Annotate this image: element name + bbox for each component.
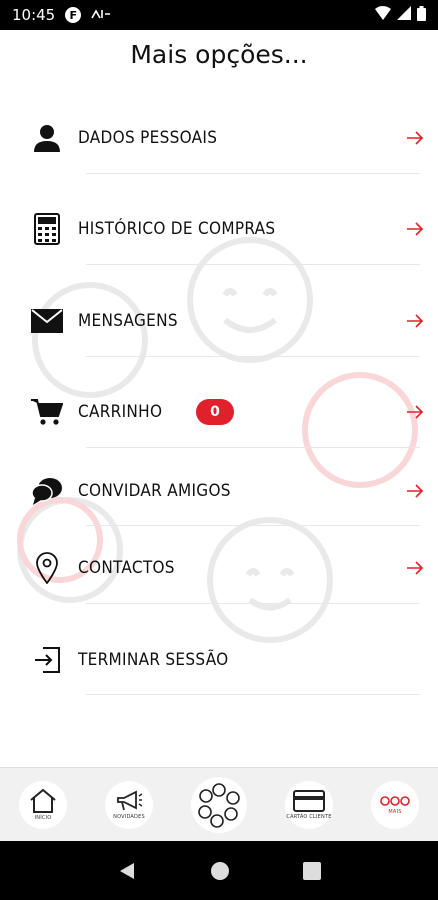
divider <box>86 173 420 174</box>
card-icon <box>293 789 325 812</box>
notification-app-icon <box>91 8 111 23</box>
chat-bubbles-icon <box>31 475 63 507</box>
divider <box>86 264 420 265</box>
signal-icon <box>397 6 411 24</box>
divider <box>86 447 420 448</box>
back-icon[interactable] <box>117 861 137 881</box>
menu-item-convidar-amigos[interactable]: CONVIDAR AMIGOS <box>0 456 438 526</box>
battery-icon <box>417 5 426 25</box>
arrow-right-icon <box>407 222 424 236</box>
tab-inicio[interactable]: INÍCIO <box>19 780 67 829</box>
faces-logo-icon <box>198 782 240 828</box>
divider <box>86 603 420 604</box>
arrow-right-icon <box>407 484 424 498</box>
arrow-right-icon <box>407 314 424 328</box>
page-title: Mais opções... <box>130 40 308 69</box>
menu-item-dados-pessoais[interactable]: DADOS PESSOAIS <box>0 103 438 173</box>
menu-label: DADOS PESSOAIS <box>78 128 218 148</box>
menu-item-terminar-sessao[interactable]: TERMINAR SESSÃO <box>0 625 438 695</box>
tab-label: INÍCIO <box>34 814 52 821</box>
divider <box>86 694 420 695</box>
status-bar: 10:45 F <box>0 0 438 30</box>
menu-item-mensagens[interactable]: MENSAGENS <box>0 286 438 356</box>
home-icon <box>30 788 56 813</box>
megaphone-icon <box>117 790 143 810</box>
tab-mais[interactable]: MAIS <box>371 780 419 829</box>
recents-icon[interactable] <box>303 861 322 880</box>
arrow-right-icon <box>407 405 424 419</box>
menu-item-historico-compras[interactable]: HISTÓRICO DE COMPRAS <box>0 194 438 264</box>
envelope-icon <box>31 305 63 337</box>
divider <box>86 356 420 357</box>
tab-home-logo[interactable] <box>191 776 247 833</box>
menu-label: TERMINAR SESSÃO <box>78 650 229 670</box>
menu-item-carrinho[interactable]: CARRINHO 0 <box>0 377 438 447</box>
person-icon <box>31 122 63 154</box>
menu-label: MENSAGENS <box>78 311 178 331</box>
tab-label: CARTÃO CLIENTE <box>286 813 332 820</box>
cart-icon <box>31 396 63 428</box>
arrow-right-icon <box>407 131 424 145</box>
notification-f-icon: F <box>65 7 82 23</box>
tab-label: MAIS <box>388 808 402 815</box>
tab-novidades[interactable]: NOVIDADES <box>105 780 153 829</box>
cart-count-badge: 0 <box>196 399 234 425</box>
logout-icon <box>31 644 63 676</box>
system-nav-bar <box>0 841 438 900</box>
menu-label: HISTÓRICO DE COMPRAS <box>78 219 276 239</box>
location-pin-icon <box>31 552 63 584</box>
more-icon <box>380 795 410 806</box>
menu-label: CONTACTOS <box>78 558 175 578</box>
tab-label: NOVIDADES <box>113 813 145 820</box>
menu-item-contactos[interactable]: CONTACTOS <box>0 533 438 603</box>
menu-label: CARRINHO <box>78 402 163 422</box>
menu-label: CONVIDAR AMIGOS <box>78 481 231 501</box>
status-time: 10:45 <box>12 6 56 24</box>
home-circle-icon[interactable] <box>210 861 230 881</box>
calculator-icon <box>31 213 63 245</box>
divider <box>86 525 420 526</box>
wifi-icon <box>375 6 391 24</box>
bottom-tab-bar: INÍCIO NOVIDADES CARTÃO CLIENTE MAIS <box>0 767 438 841</box>
arrow-right-icon <box>407 561 424 575</box>
tab-cartao-cliente[interactable]: CARTÃO CLIENTE <box>285 780 333 829</box>
